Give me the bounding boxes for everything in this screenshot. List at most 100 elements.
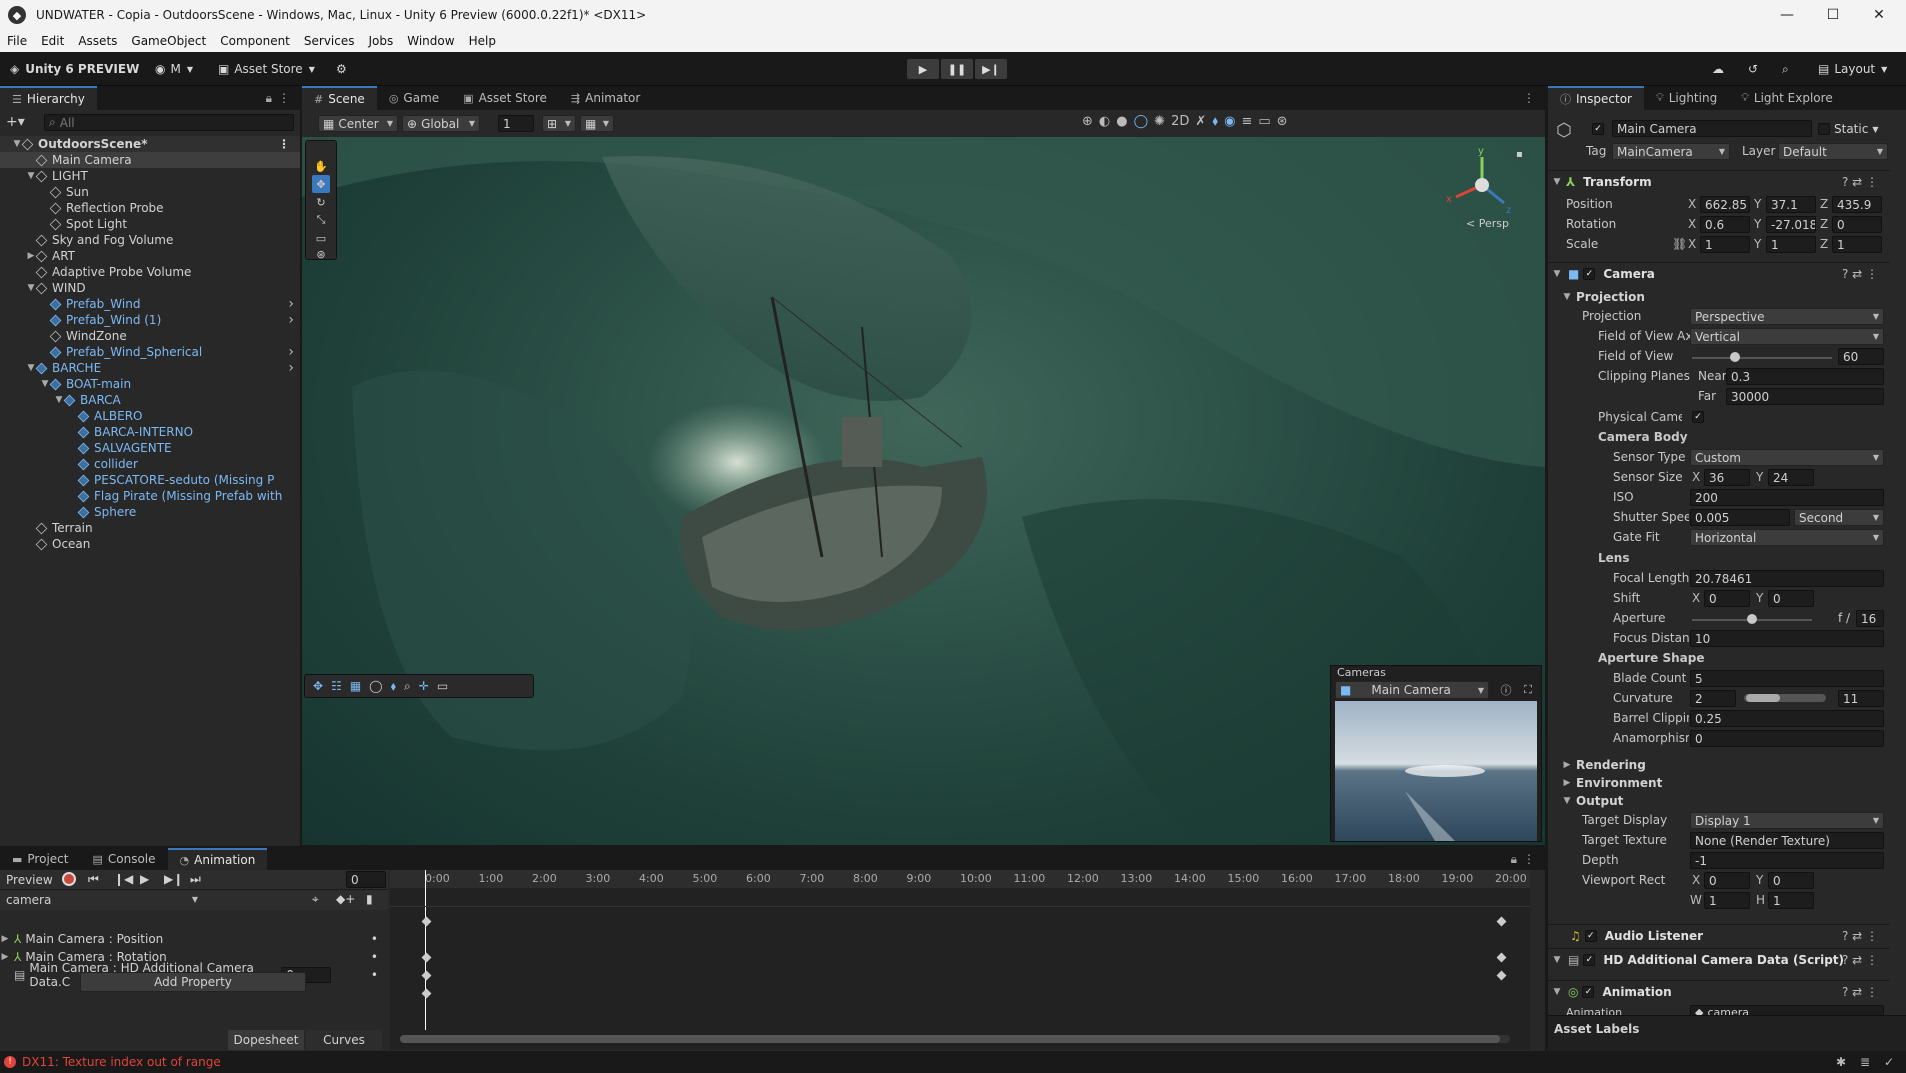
component-menu-icons[interactable]: ? ⇄ ⋮ (1842, 267, 1878, 281)
overlay-tune-icon[interactable]: ☷ (331, 679, 342, 693)
menu-assets[interactable]: Assets (71, 34, 124, 48)
hierarchy-item[interactable]: WindZone (0, 328, 300, 344)
tag-dropdown[interactable]: MainCamera (1612, 143, 1730, 160)
search-icon[interactable]: ⌕ (1782, 59, 1789, 79)
stack-icon[interactable]: ≣ (1860, 1055, 1870, 1069)
hierarchy-item[interactable]: Prefab_Wind › (0, 296, 300, 312)
lit-icon[interactable]: ● (1116, 114, 1127, 129)
snap-dropdown[interactable]: ⊞ (542, 115, 576, 132)
rotation-x-input[interactable]: 0.6 (1700, 216, 1750, 233)
2d-toggle-icon[interactable]: 2D (1171, 114, 1189, 129)
visibility-icon[interactable]: ◉ (1224, 114, 1235, 129)
frame-input[interactable]: 0 (346, 871, 386, 888)
grid-snap-input[interactable]: 1 (498, 115, 534, 132)
tab-lighting[interactable]: 💡︎ Lighting (1644, 86, 1729, 110)
hierarchy-item[interactable]: Sky and Fog Volume (0, 232, 300, 248)
tab-scene[interactable]: # Scene (302, 86, 377, 110)
camera-enabled-checkbox[interactable]: ✓ (1583, 267, 1596, 280)
overlay-zoom-icon[interactable]: ⌕ (404, 679, 411, 694)
hierarchy-item[interactable]: ▼ BARCA (0, 392, 300, 408)
overlay-camera-icon[interactable]: ▭ (437, 679, 448, 693)
keyframe-diamond[interactable] (1496, 952, 1507, 963)
component-menu-icons[interactable]: ? ⇄ ⋮ (1842, 929, 1878, 943)
prev-key-icon[interactable]: ❙◀ (114, 872, 133, 886)
projection-dropdown[interactable]: Perspective (1690, 308, 1884, 325)
more-icon[interactable]: ⋮ (278, 91, 290, 105)
hierarchy-item[interactable]: ▼ WIND (0, 280, 300, 296)
rotate-tool-icon[interactable]: ↻ (312, 193, 330, 211)
output-foldout[interactable]: ▼ Output (1562, 792, 1624, 810)
hierarchy-item[interactable]: Flag Pirate (Missing Prefab with (0, 488, 300, 504)
hierarchy-item[interactable]: Ocean (0, 536, 300, 552)
viewport-h-input[interactable]: 1 (1768, 892, 1814, 909)
pivot-dropdown[interactable]: ▦ Center (318, 115, 398, 132)
effects-icon[interactable]: ✺ (1154, 114, 1165, 129)
viewport-w-input[interactable]: 1 (1704, 892, 1750, 909)
projection-foldout[interactable]: ▼ Projection (1562, 288, 1645, 306)
history-icon[interactable]: ↺ (1748, 59, 1758, 79)
overlay-move-icon[interactable]: ✥ (313, 679, 323, 693)
camera-header[interactable]: ▼ ■ ✓ Camera ? ⇄ ⋮ (1548, 262, 1890, 284)
add-event-icon[interactable]: ▮ (366, 892, 373, 906)
near-input[interactable]: 0.3 (1726, 368, 1884, 385)
hd-camera-data-header[interactable]: ▼ ▤ ✓ HD Additional Camera Data (Script)? ⇄… (1548, 948, 1890, 970)
light-toggle-icon[interactable]: ✗ (1195, 114, 1206, 129)
tab-console[interactable]: ▤ Console (80, 848, 167, 870)
curvature-max-input[interactable]: 11 (1838, 690, 1884, 707)
target-texture-field[interactable]: None (Render Texture) (1690, 832, 1884, 849)
keyframe-diamond[interactable] (1496, 970, 1507, 981)
timeline-ruler[interactable]: 0:00 1:00 2:00 3:00 4:00 5:00 6:00 7:00 8:00 9:00… (390, 870, 1530, 888)
keyframe-diamond[interactable] (421, 916, 432, 927)
rendering-foldout[interactable]: ▶ Rendering (1562, 756, 1646, 774)
asset-store-button[interactable]: ▣ Asset Store ▼ (218, 59, 315, 79)
scene-viewport[interactable]: ✋ ✥ ↻ ⤡ ▭ ⊛ y x z < Persp ▪ Cameras ■ Mai… (302, 137, 1545, 845)
audio-listener-checkbox[interactable]: ✓ (1584, 929, 1597, 942)
last-key-icon[interactable]: ⏭ (190, 872, 201, 887)
shift-y-input[interactable]: 0 (1768, 590, 1814, 607)
asset-labels-bar[interactable]: Asset Labels (1548, 1015, 1906, 1051)
tab-asset-store[interactable]: ▣ Asset Store (451, 86, 559, 110)
close-button[interactable]: ✕ (1856, 0, 1902, 30)
first-key-icon[interactable]: ⏮ (88, 872, 99, 887)
hierarchy-item[interactable]: ▼ BARCHE › (0, 360, 300, 376)
tab-inspector[interactable]: ⓘ Inspector (1548, 86, 1644, 110)
animation-clip-field[interactable]: ◆ camera (1690, 1005, 1884, 1015)
static-checkbox[interactable] (1818, 123, 1830, 135)
far-input[interactable]: 30000 (1726, 388, 1884, 405)
menu-file[interactable]: File (0, 34, 34, 48)
layer-dropdown[interactable]: Default (1778, 143, 1888, 160)
hierarchy-item[interactable]: Adaptive Probe Volume (0, 264, 300, 280)
tab-project[interactable]: ▬ Project (0, 848, 80, 870)
add-icon[interactable]: +▾ (6, 114, 25, 130)
sensor-type-dropdown[interactable]: Custom (1690, 449, 1884, 466)
link-icon[interactable]: ⛓ (1672, 237, 1687, 251)
gizmos-icon[interactable]: ⊛ (1277, 114, 1288, 129)
depth-input[interactable]: -1 (1690, 852, 1884, 869)
sensor-x-input[interactable]: 36 (1704, 469, 1750, 486)
physical-camera-checkbox[interactable]: ✓ (1692, 411, 1704, 423)
space-dropdown[interactable]: ⊕ Global (402, 115, 480, 132)
fov-slider-track[interactable] (1692, 352, 1832, 362)
render-mode-icon[interactable]: ⊕ (1082, 114, 1093, 129)
dopesheet-tab[interactable]: Dopesheet (228, 1030, 304, 1050)
barrel-clipping-input[interactable]: 0.25 (1690, 710, 1884, 727)
transform-tool-icon[interactable]: ⊛ (312, 245, 330, 263)
camera-icon[interactable]: ▭ (1258, 114, 1270, 129)
aperture-input[interactable]: 16 (1856, 610, 1884, 627)
fov-input[interactable]: 60 (1838, 348, 1884, 365)
position-y-input[interactable]: 37.1 (1766, 196, 1816, 213)
timeline-scrollbar[interactable] (400, 1035, 1510, 1043)
scale-y-input[interactable]: 1 (1766, 236, 1816, 253)
overlay-grid-icon[interactable]: ▦ (350, 679, 361, 693)
play-anim-icon[interactable]: ▶ (140, 872, 149, 886)
unity-brand[interactable]: ◈ Unity 6 PREVIEW (10, 59, 139, 79)
hierarchy-search-input[interactable]: ⌕ All (44, 114, 294, 131)
hd-camera-data-checkbox[interactable]: ✓ (1583, 953, 1596, 966)
maximize-button[interactable]: ☐ (1810, 0, 1856, 30)
curvature-range-handle[interactable] (1746, 694, 1780, 702)
hierarchy-item[interactable]: Main Camera (0, 152, 300, 168)
environment-foldout[interactable]: ▶ Environment (1562, 774, 1663, 792)
menu-gameobject[interactable]: GameObject (124, 34, 213, 48)
info-icon[interactable]: ⓘ (1497, 681, 1515, 699)
target-display-dropdown[interactable]: Display 1 (1690, 812, 1884, 829)
